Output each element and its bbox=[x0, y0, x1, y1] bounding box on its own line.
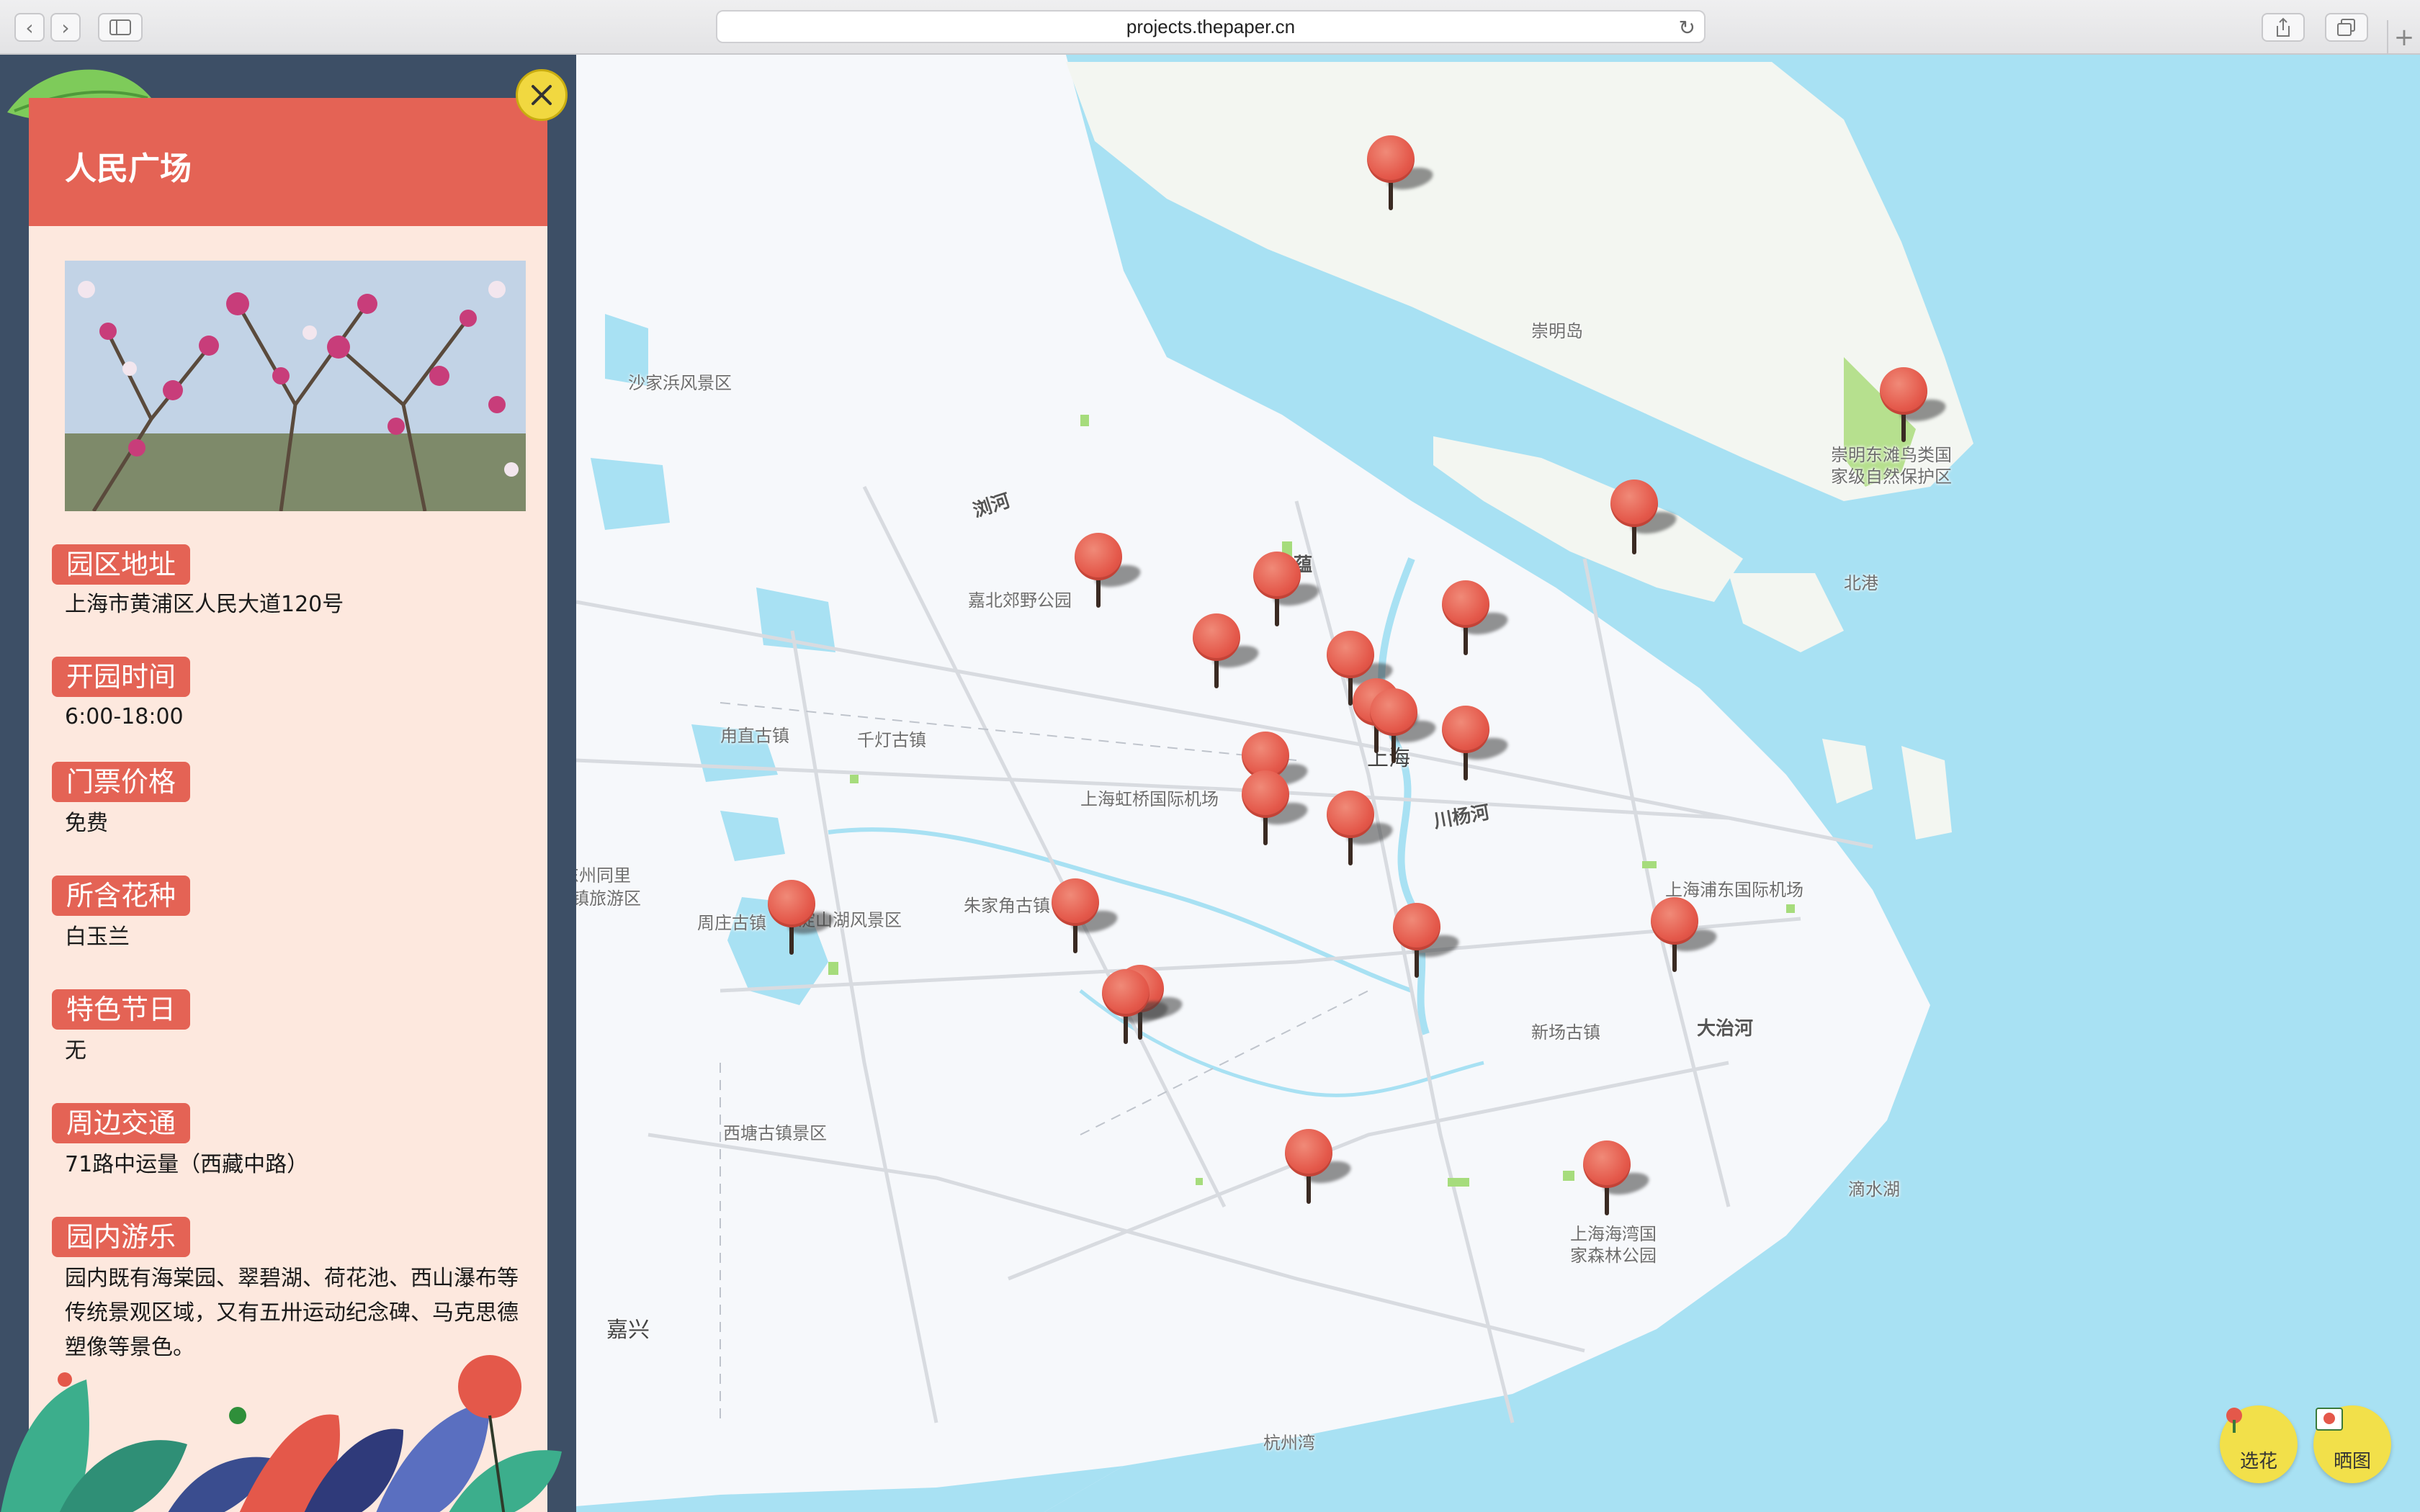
close-button[interactable] bbox=[516, 69, 568, 121]
section-label-transport: 周边交通 bbox=[52, 1103, 191, 1143]
flower-pin[interactable] bbox=[1368, 688, 1438, 768]
section-value-hours: 6:00-18:00 bbox=[65, 704, 184, 729]
section-value-festival: 无 bbox=[65, 1038, 86, 1063]
flower-pin[interactable] bbox=[1609, 480, 1679, 559]
address-bar[interactable]: projects.thepaper.cn ↻ bbox=[716, 10, 1706, 43]
flower-pin[interactable] bbox=[1325, 791, 1395, 870]
flower-pin[interactable] bbox=[1440, 706, 1510, 785]
flower-photo bbox=[65, 261, 526, 511]
flower-pin[interactable] bbox=[1392, 903, 1461, 982]
map-label: 嘉北郊野公园 bbox=[968, 590, 1072, 611]
section-value-activities: 园内既有海棠园、翠碧湖、荷花池、西山瀑布等传统景观区域，又有五卅运动纪念碑、马克… bbox=[65, 1266, 519, 1360]
flower-pin[interactable] bbox=[1252, 552, 1322, 631]
section-label-ticket: 门票价格 bbox=[52, 762, 191, 802]
url-text: projects.thepaper.cn bbox=[1126, 15, 1296, 37]
flower-pin[interactable] bbox=[766, 880, 836, 959]
flower-pin[interactable] bbox=[1649, 897, 1719, 976]
section-value-ticket: 免费 bbox=[65, 811, 108, 836]
share-photo-label: 晒图 bbox=[2333, 1451, 2371, 1472]
map-label: 沙家浜风景区 bbox=[628, 373, 732, 393]
foliage-decoration-icon bbox=[1, 1355, 562, 1512]
pick-flower-label: 选花 bbox=[2239, 1451, 2277, 1472]
flower-pin[interactable] bbox=[1440, 580, 1510, 660]
pick-flower-button[interactable]: 选花 bbox=[2220, 1405, 2298, 1483]
section-label-festival: 特色节日 bbox=[52, 989, 191, 1030]
section-label-flowers: 所含花种 bbox=[52, 876, 191, 916]
map-label: 家森林公园 bbox=[1570, 1246, 1657, 1266]
flower-pin[interactable] bbox=[1582, 1140, 1652, 1220]
tabs-button[interactable] bbox=[2325, 13, 2368, 42]
magnolia-image bbox=[65, 261, 526, 511]
map-label: 杭州湾 bbox=[1263, 1433, 1315, 1453]
map-label: 嘉兴 bbox=[606, 1318, 650, 1343]
map-label: 滴水湖 bbox=[1848, 1179, 1900, 1200]
chevron-right-icon: › bbox=[61, 15, 70, 40]
section-label-activities: 园内游乐 bbox=[52, 1217, 191, 1257]
close-icon bbox=[532, 85, 552, 105]
map-label: 千灯古镇 bbox=[857, 730, 926, 750]
section-label-hours: 开园时间 bbox=[52, 657, 191, 697]
flower-pin[interactable] bbox=[1878, 367, 1948, 446]
chevron-left-icon: ‹ bbox=[25, 15, 34, 40]
section-label-address: 园区地址 bbox=[52, 544, 191, 585]
forward-button[interactable]: › bbox=[50, 13, 81, 42]
share-button[interactable] bbox=[2262, 13, 2305, 42]
map-label: 西塘古镇景区 bbox=[723, 1123, 827, 1143]
map-label: 周庄古镇 bbox=[697, 913, 766, 933]
new-tab-button[interactable]: + bbox=[2387, 20, 2420, 55]
map-label: 朱家角古镇 bbox=[964, 896, 1050, 916]
map-label: 甪直古镇 bbox=[720, 726, 789, 746]
map-label: 新场古镇 bbox=[1531, 1022, 1600, 1043]
browser-toolbar: ‹ › projects.thepaper.cn ↻ + bbox=[0, 0, 2420, 55]
map-label: 北港 bbox=[1844, 573, 1878, 593]
map-label: 上海虹桥国际机场 bbox=[1080, 789, 1219, 809]
share-photo-button[interactable]: 晒图 bbox=[2313, 1405, 2391, 1483]
share-icon bbox=[2277, 17, 2290, 37]
flower-pin[interactable] bbox=[1366, 135, 1435, 215]
section-value-address: 上海市黄浦区人民大道120号 bbox=[65, 592, 344, 617]
flower-pin[interactable] bbox=[1240, 770, 1310, 850]
reload-icon[interactable]: ↻ bbox=[1679, 16, 1695, 40]
sidebar-icon bbox=[109, 19, 131, 35]
tabs-icon bbox=[2337, 19, 2355, 36]
flower-pin[interactable] bbox=[1191, 613, 1261, 693]
flower-pin[interactable] bbox=[1283, 1129, 1353, 1208]
photo-icon bbox=[2316, 1408, 2343, 1431]
card-header: 人民广场 bbox=[29, 98, 547, 226]
page-title: 人民广场 bbox=[65, 150, 192, 187]
flower-pin[interactable] bbox=[1073, 533, 1143, 612]
flower-pin[interactable] bbox=[1101, 969, 1170, 1048]
section-value-transport: 71路中运量（西藏中路） bbox=[65, 1152, 309, 1177]
map-label: 家级自然保护区 bbox=[1831, 467, 1952, 487]
info-panel: 人民广场 园区地址 上海市黄浦区人民大道120号 开园时间 6:00-18:00… bbox=[0, 55, 576, 1512]
back-button[interactable]: ‹ bbox=[14, 13, 45, 42]
map-label: 大治河 bbox=[1697, 1018, 1754, 1040]
flower-pin[interactable] bbox=[1050, 878, 1120, 958]
flower-icon bbox=[2226, 1408, 2242, 1433]
section-value-flowers: 白玉兰 bbox=[65, 924, 130, 950]
info-card: 人民广场 园区地址 上海市黄浦区人民大道120号 开园时间 6:00-18:00… bbox=[1, 98, 562, 1512]
plus-icon: + bbox=[2393, 23, 2415, 52]
sidebar-toggle-button[interactable] bbox=[98, 13, 143, 42]
map-label: 崇明岛 bbox=[1531, 321, 1583, 341]
